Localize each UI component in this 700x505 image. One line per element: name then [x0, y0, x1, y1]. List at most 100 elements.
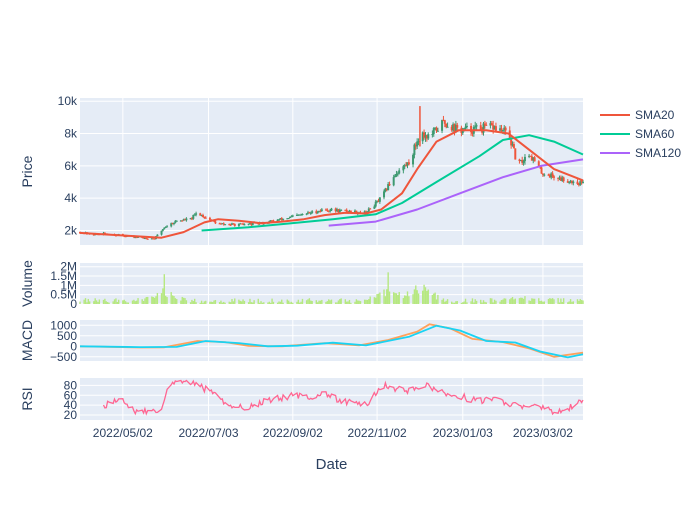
- volume-bar: [569, 299, 572, 304]
- volume-bar: [328, 299, 330, 304]
- volume-bar: [539, 300, 541, 304]
- volume-bar: [145, 297, 148, 304]
- volume-bar: [579, 298, 581, 304]
- volume-bar: [557, 298, 559, 304]
- volume-bar: [484, 301, 486, 304]
- volume-bar: [397, 295, 399, 304]
- candle-body: [416, 141, 419, 147]
- candle-body: [490, 123, 493, 126]
- candle-body: [494, 126, 497, 131]
- volume-bar: [195, 302, 197, 304]
- volume-bar: [571, 301, 573, 304]
- y-tick-label: 8k: [64, 127, 78, 141]
- volume-bar: [191, 299, 193, 304]
- volume-bar: [415, 285, 417, 304]
- volume-bar: [344, 299, 347, 304]
- volume-bar: [567, 302, 569, 304]
- y-tick-label: 2M: [60, 260, 77, 274]
- volume-bar: [257, 298, 259, 304]
- volume-bar: [578, 300, 580, 304]
- volume-bar: [142, 300, 145, 304]
- volume-bar: [238, 299, 240, 304]
- volume-bar: [102, 299, 105, 304]
- candle-body: [233, 223, 236, 226]
- volume-bar: [318, 300, 320, 304]
- candle-body: [540, 167, 543, 174]
- volume-bar: [329, 300, 331, 304]
- volume-bar: [86, 302, 88, 304]
- volume-bar: [218, 302, 221, 304]
- candle-body: [340, 209, 343, 211]
- volume-bar: [297, 299, 300, 304]
- volume-bar: [377, 293, 380, 304]
- candle-body: [166, 226, 169, 228]
- volume-bar: [445, 300, 447, 304]
- volume-bar: [160, 293, 163, 304]
- volume-bar: [286, 299, 288, 304]
- volume-bar: [104, 298, 106, 304]
- volume-bar: [133, 299, 135, 304]
- candle-body: [195, 213, 198, 215]
- volume-bar: [474, 299, 476, 304]
- volume-bar: [315, 300, 317, 304]
- volume-bar: [504, 298, 507, 304]
- volume-bar: [402, 298, 405, 304]
- volume-bar: [205, 300, 207, 304]
- y-axis-label: RSI: [19, 387, 35, 410]
- candle-body: [319, 210, 322, 212]
- volume-bar: [211, 302, 214, 304]
- volume-bar: [263, 302, 265, 304]
- candle-body: [485, 124, 488, 126]
- volume-bar: [489, 298, 492, 304]
- volume-bar: [366, 299, 369, 304]
- volume-bar: [347, 301, 349, 304]
- volume-bar: [492, 302, 494, 304]
- volume-bar: [453, 302, 456, 304]
- volume-bar: [350, 302, 352, 304]
- volume-bar: [375, 297, 377, 304]
- volume-bar: [224, 302, 226, 304]
- volume-bar: [405, 295, 407, 304]
- volume-bar: [444, 301, 446, 304]
- volume-bar: [310, 300, 312, 304]
- volume-bar: [481, 302, 483, 304]
- volume-bar: [363, 299, 366, 304]
- candle-body: [383, 191, 386, 198]
- volume-bar: [475, 300, 478, 304]
- candle-body: [463, 128, 466, 130]
- volume-bar: [340, 298, 342, 304]
- volume-bar: [518, 298, 521, 304]
- volume-bar: [307, 299, 309, 304]
- volume-bar: [542, 301, 544, 304]
- volume-bar: [325, 301, 327, 304]
- volume-bar: [348, 299, 351, 304]
- volume-bar: [473, 302, 475, 304]
- volume-bar: [203, 301, 206, 304]
- volume-bar: [98, 299, 101, 304]
- volume-bar: [528, 300, 530, 304]
- volume-bar: [213, 300, 215, 304]
- candle-body: [443, 120, 446, 124]
- volume-bar: [482, 300, 485, 304]
- volume-bar: [462, 302, 464, 304]
- candle-body: [402, 166, 405, 171]
- candle-body: [373, 206, 376, 209]
- candle-body: [427, 134, 430, 139]
- volume-bar: [296, 301, 298, 304]
- volume-bar: [551, 298, 554, 304]
- volume-bar: [580, 300, 583, 304]
- candle-body: [305, 213, 308, 215]
- volume-bar: [549, 298, 551, 304]
- volume-bar: [117, 299, 120, 304]
- volume-bar: [431, 294, 434, 304]
- candle-body: [277, 219, 280, 221]
- volume-bar: [223, 301, 225, 304]
- volume-bar: [326, 301, 329, 304]
- candle-body: [562, 177, 565, 182]
- panel-bg-price: [80, 98, 583, 245]
- volume-bar: [464, 298, 467, 304]
- volume-bar: [376, 294, 378, 304]
- volume-bar: [437, 294, 439, 304]
- volume-bar: [384, 296, 387, 304]
- volume-bar: [127, 302, 130, 304]
